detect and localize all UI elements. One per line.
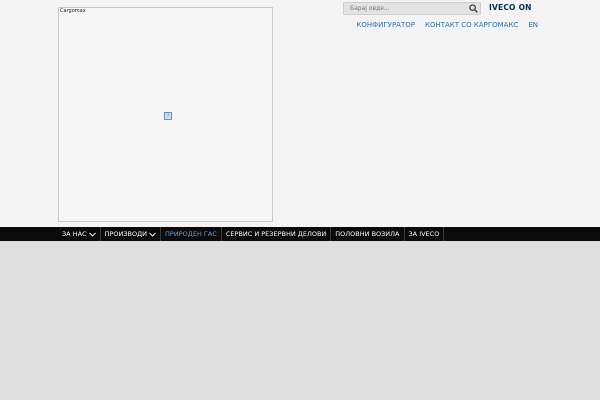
page-content-area bbox=[0, 241, 600, 400]
nav-item-label: ЗА НАС bbox=[62, 230, 87, 238]
nav-item-label: ПРИРОДЕН ГАС bbox=[165, 230, 217, 238]
nav-item-label: ЗА IVECO bbox=[408, 230, 440, 238]
brand-name: IVECO bbox=[489, 3, 516, 12]
language-link[interactable]: EN bbox=[528, 21, 538, 29]
nav-item-about-iveco[interactable]: ЗА IVECO bbox=[405, 227, 445, 241]
search-box bbox=[343, 2, 481, 15]
search-icon bbox=[468, 4, 478, 13]
top-links: КОНФИГУРАТОР КОНТАКТ СО КАРГОМАКС EN bbox=[356, 21, 538, 29]
chevron-down-icon bbox=[149, 232, 156, 237]
nav-item-label: ПРОИЗВОДИ bbox=[104, 230, 148, 238]
nav-item-used-vehicles[interactable]: ПОЛОВНИ ВОЗИЛА bbox=[331, 227, 405, 241]
search-input[interactable] bbox=[344, 3, 470, 14]
logo-alt-text: Cargomax bbox=[60, 8, 86, 14]
header-area: Cargomax ? IVECOON КОНФИГУРАТОР КОНТАКТ … bbox=[0, 0, 600, 227]
iveco-on-logo[interactable]: IVECO ON bbox=[489, 3, 532, 12]
search-button[interactable] bbox=[466, 3, 480, 14]
nav-item-about[interactable]: ЗА НАС bbox=[58, 227, 101, 241]
contact-link[interactable]: КОНТАКТ СО КАРГОМАКС bbox=[425, 21, 518, 29]
nav-item-label: ПОЛОВНИ ВОЗИЛА bbox=[335, 230, 400, 238]
broken-image-icon: ? bbox=[164, 112, 172, 120]
nav-item-natural-gas[interactable]: ПРИРОДЕН ГАС bbox=[161, 227, 222, 241]
chevron-down-icon bbox=[88, 232, 96, 237]
nav-item-service-parts[interactable]: СЕРВИС И РЕЗЕРВНИ ДЕЛОВИ bbox=[222, 227, 332, 241]
company-logo-image[interactable]: Cargomax ? bbox=[58, 7, 273, 222]
main-navigation: ЗА НАС ПРОИЗВОДИ ПРИРОДЕН ГАС СЕРВИС И Р… bbox=[0, 227, 600, 241]
configurator-link[interactable]: КОНФИГУРАТОР bbox=[356, 21, 415, 29]
nav-item-label: СЕРВИС И РЕЗЕРВНИ ДЕЛОВИ bbox=[225, 230, 327, 238]
nav-item-products[interactable]: ПРОИЗВОДИ bbox=[101, 227, 162, 241]
brand-suffix: ON bbox=[518, 3, 532, 12]
